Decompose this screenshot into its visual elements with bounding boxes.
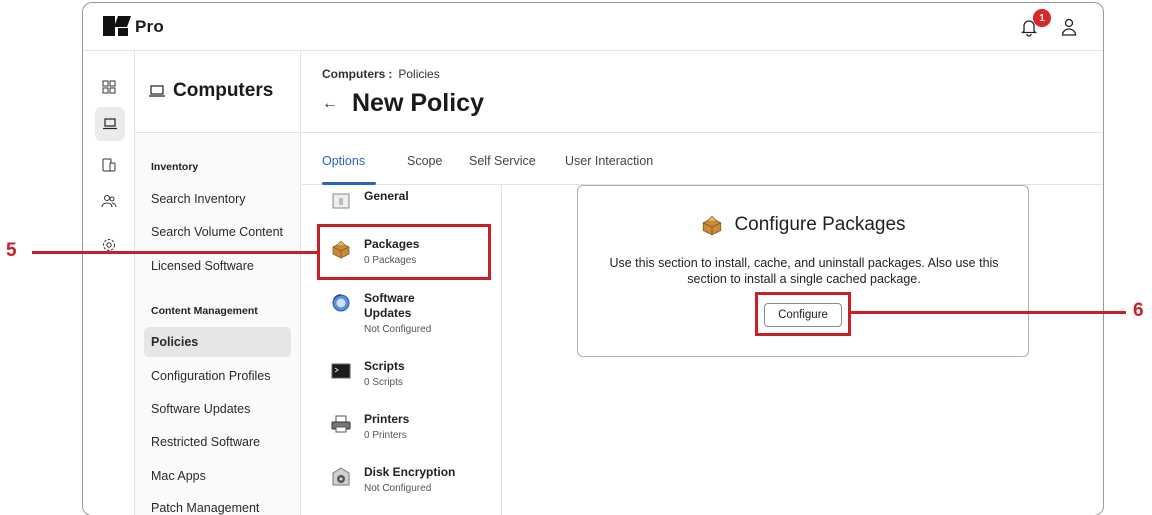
section-header: Computers — [135, 51, 301, 133]
brand-name: Pro — [135, 17, 164, 36]
option-name: Scripts — [364, 359, 405, 373]
option-name: General — [364, 189, 409, 203]
brand-logo[interactable] — [103, 16, 132, 36]
sidebar-item-patch-management[interactable]: Patch Management — [151, 501, 259, 515]
sidebar-item-configuration-profiles[interactable]: Configuration Profiles — [151, 369, 271, 383]
tab-scope[interactable]: Scope — [407, 154, 442, 168]
option-printers[interactable]: Printers 0 Printers — [330, 412, 409, 442]
icon-rail — [83, 51, 135, 515]
sidebar-item-mac-apps[interactable]: Mac Apps — [151, 469, 206, 483]
nav-group-inventory: Inventory — [151, 161, 199, 173]
option-general[interactable]: General — [330, 189, 409, 211]
option-status: 0 Printers — [364, 430, 407, 441]
option-name: Printers — [364, 412, 410, 426]
tab-user-interaction[interactable]: User Interaction — [565, 154, 653, 168]
callout-line-6 — [850, 311, 1126, 314]
option-status: Not Configured — [364, 483, 432, 494]
tab-bar: Options Scope Self Service User Interact… — [302, 133, 1103, 185]
sidebar-item-search-volume-content[interactable]: Search Volume Content — [151, 225, 283, 239]
terminal-icon — [331, 363, 351, 379]
laptop-icon — [149, 85, 165, 97]
breadcrumb-parent[interactable]: Computers — [322, 67, 385, 81]
breadcrumb-separator: : — [388, 67, 393, 81]
page-title: New Policy — [352, 89, 484, 117]
card-title-text: Configure Packages — [734, 214, 906, 235]
option-software-updates[interactable]: Software Updates Not Configured — [330, 291, 444, 336]
devices-icon[interactable] — [95, 151, 123, 179]
breadcrumb-current: Policies — [398, 67, 440, 81]
content-header: Computers: Policies ← New Policy — [302, 51, 1103, 133]
nav-group-content-management: Content Management — [151, 305, 258, 317]
disk-encryption-icon — [332, 467, 350, 486]
tab-self-service[interactable]: Self Service — [469, 154, 536, 168]
user-icon[interactable] — [1061, 18, 1077, 36]
card-title: Configure Packages — [578, 214, 1028, 236]
printer-icon — [331, 415, 351, 433]
option-name: Disk Encryption — [364, 465, 456, 479]
option-scripts[interactable]: Scripts 0 Scripts — [330, 359, 405, 389]
tab-options[interactable]: Options — [322, 154, 365, 168]
option-status: Not Configured — [364, 324, 432, 335]
users-icon[interactable] — [95, 187, 123, 215]
dashboard-icon[interactable] — [95, 73, 123, 101]
section-title-label: Computers — [173, 80, 274, 101]
option-name: Software Updates — [364, 291, 415, 320]
breadcrumb: Computers: Policies — [322, 67, 440, 81]
callout-line-5 — [32, 251, 318, 254]
computers-icon[interactable] — [95, 107, 125, 141]
option-disk-encryption[interactable]: Disk Encryption Not Configured — [330, 465, 455, 495]
section-title: Computers — [149, 80, 273, 102]
app-window: Pro 1 Computers Inventory Search Invento… — [82, 2, 1104, 515]
sidebar-item-software-updates[interactable]: Software Updates — [151, 402, 250, 416]
software-update-icon — [332, 294, 350, 312]
callout-number-5: 5 — [6, 240, 17, 261]
sidebar-nav: Inventory Search Inventory Search Volume… — [135, 133, 301, 515]
settings-icon[interactable] — [95, 231, 123, 259]
general-icon — [332, 193, 350, 209]
sidebar-item-search-inventory[interactable]: Search Inventory — [151, 192, 246, 206]
sidebar-item-restricted-software[interactable]: Restricted Software — [151, 435, 260, 449]
sidebar-item-licensed-software[interactable]: Licensed Software — [151, 259, 254, 273]
sidebar-item-policies[interactable]: Policies — [144, 327, 291, 357]
package-icon — [703, 215, 722, 236]
back-arrow-icon[interactable]: ← — [322, 95, 338, 113]
notification-badge: 1 — [1033, 9, 1051, 27]
callout-number-6: 6 — [1133, 300, 1144, 321]
card-description: Use this section to install, cache, and … — [609, 256, 999, 286]
top-bar: Pro 1 — [83, 3, 1103, 51]
option-status: 0 Scripts — [364, 377, 403, 388]
callout-box-configure — [755, 292, 851, 336]
title-row: ← New Policy — [322, 89, 484, 118]
callout-box-packages — [317, 224, 491, 280]
